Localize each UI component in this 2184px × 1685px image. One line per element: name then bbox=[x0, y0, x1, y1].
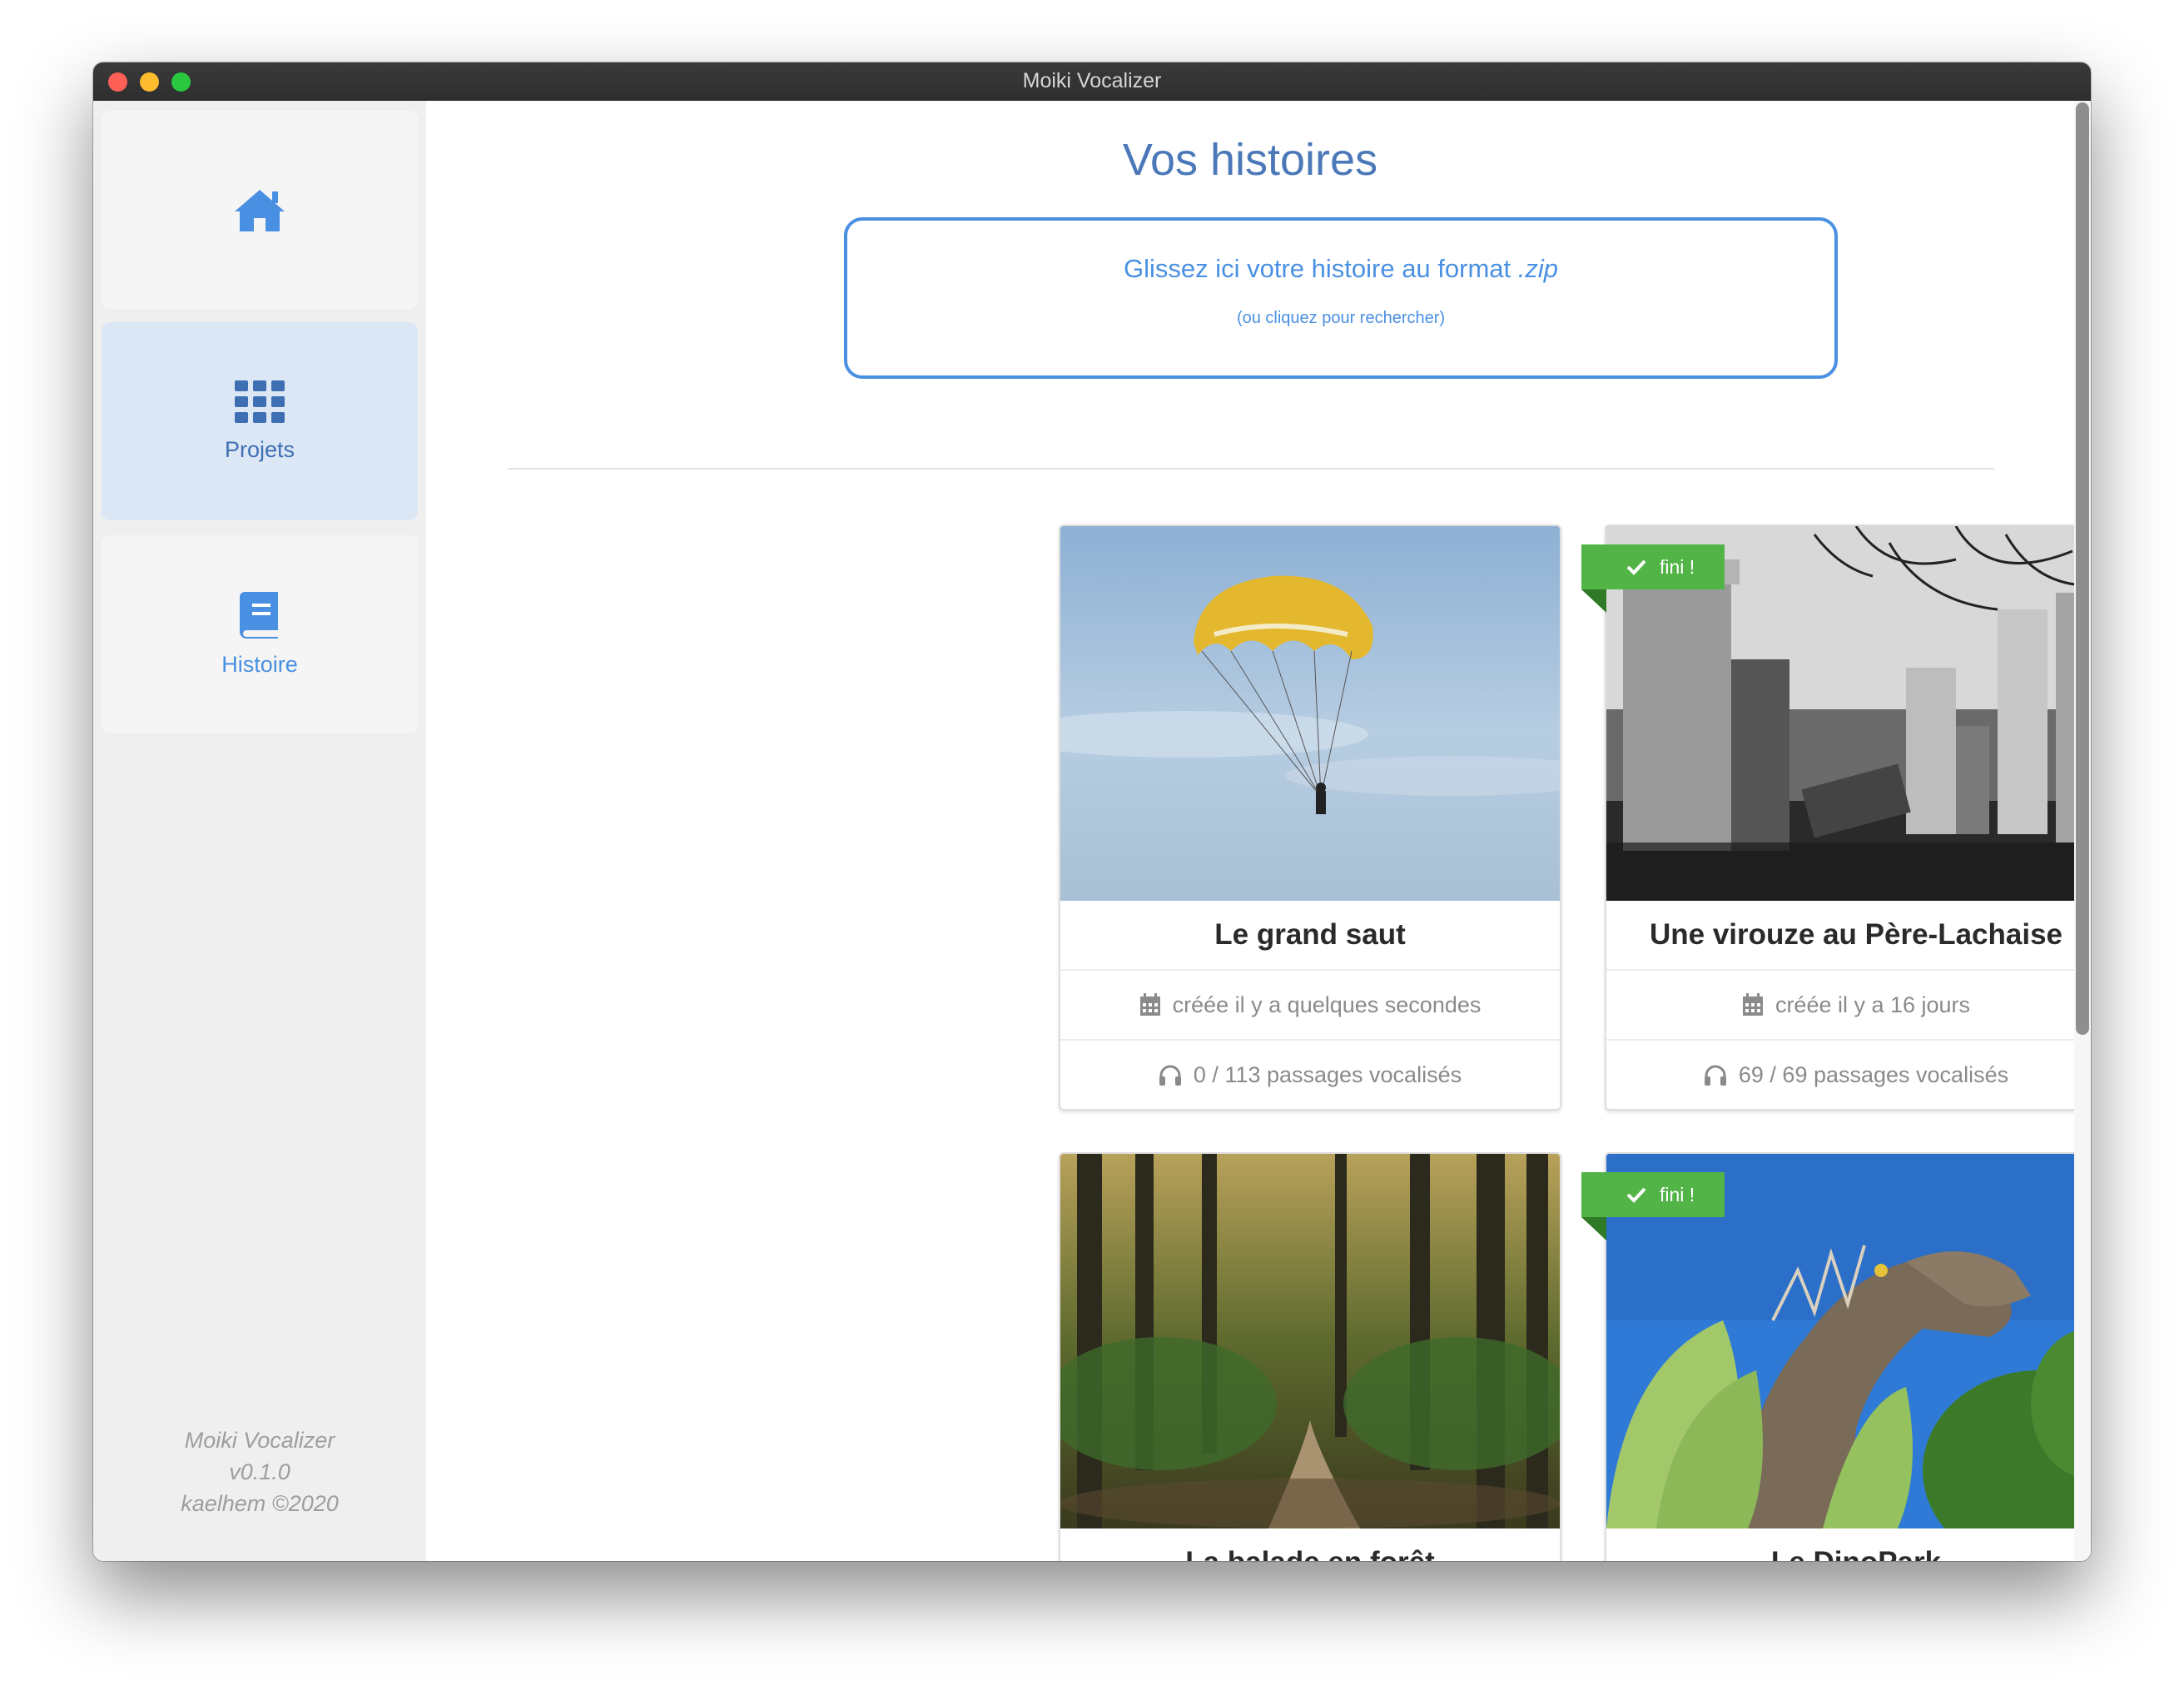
title-bar: Moiki Vocalizer bbox=[93, 62, 2091, 101]
headphones-icon bbox=[1704, 1065, 1726, 1086]
sidebar-item-histoire[interactable]: Histoire bbox=[102, 535, 418, 733]
dropzone-text: Glissez ici votre histoire au format .zi… bbox=[1123, 254, 1558, 283]
story-title: La balade en forêt bbox=[1060, 1528, 1560, 1561]
headphones-icon bbox=[1159, 1065, 1181, 1086]
story-card[interactable]: Le grand saut créée il y a quelques seco… bbox=[1059, 524, 1561, 1111]
sidebar-item-label: Histoire bbox=[221, 651, 298, 677]
sidebar-item-label: Projets bbox=[224, 436, 295, 462]
story-created: créée il y a quelques secondes bbox=[1060, 971, 1560, 1041]
book-icon bbox=[240, 591, 278, 639]
story-title: Le grand saut bbox=[1060, 901, 1560, 971]
check-icon bbox=[1626, 559, 1646, 575]
story-image-parachute bbox=[1060, 526, 1560, 901]
calendar-icon bbox=[1139, 993, 1160, 1016]
page-title: Vos histoires bbox=[1122, 135, 1378, 185]
story-title: Une virouze au Père-Lachaise bbox=[1606, 901, 2091, 971]
dropzone-format: .zip bbox=[1517, 254, 1558, 283]
story-card[interactable]: La balade en forêt bbox=[1059, 1152, 1561, 1561]
dropzone-subtext: (ou cliquez pour rechercher) bbox=[1236, 309, 1446, 327]
story-created: créée il y a 16 jours bbox=[1606, 971, 2091, 1041]
home-icon bbox=[235, 190, 285, 231]
divider bbox=[508, 468, 1994, 470]
calendar-icon bbox=[1742, 993, 1763, 1016]
sidebar-footer: Moiki Vocalizer v0.1.0 kaelhem ©2020 bbox=[93, 1424, 426, 1519]
app-window: Moiki Vocalizer Projets Histoire Moiki V… bbox=[93, 62, 2091, 1561]
sidebar-item-projets[interactable]: Projets bbox=[102, 322, 418, 520]
main-content: Vos histoires Glissez ici votre histoire… bbox=[426, 101, 2091, 1561]
story-title: Le DinoPark bbox=[1606, 1528, 2091, 1561]
badge-fold bbox=[1581, 1217, 1606, 1240]
check-icon bbox=[1626, 1187, 1646, 1203]
story-passages: 0 / 113 passages vocalisés bbox=[1060, 1041, 1560, 1109]
app-version: v0.1.0 bbox=[229, 1459, 290, 1484]
vertical-scrollbar[interactable] bbox=[2074, 101, 2091, 1561]
zip-dropzone[interactable]: Glissez ici votre histoire au format .zi… bbox=[844, 217, 1838, 379]
window-title: Moiki Vocalizer bbox=[1022, 69, 1162, 92]
sidebar-item-home[interactable] bbox=[102, 111, 418, 309]
sidebar: Projets Histoire Moiki Vocalizer v0.1.0 … bbox=[93, 101, 426, 1561]
scrollbar-thumb[interactable] bbox=[2076, 102, 2089, 1035]
grid-icon bbox=[235, 380, 285, 423]
story-image-forest bbox=[1060, 1154, 1560, 1528]
badge-fold bbox=[1581, 589, 1606, 613]
finished-badge: fini ! bbox=[1581, 544, 1725, 589]
story-passages: 69 / 69 passages vocalisés bbox=[1606, 1041, 2091, 1109]
story-card[interactable]: fini ! Le DinoPark bbox=[1581, 1152, 2091, 1561]
copyright: kaelhem ©2020 bbox=[181, 1491, 339, 1516]
finished-badge: fini ! bbox=[1581, 1172, 1725, 1217]
app-name: Moiki Vocalizer bbox=[184, 1428, 335, 1453]
story-card[interactable]: fini ! Une virouze au Père-Lachaise créé… bbox=[1581, 524, 2091, 1111]
